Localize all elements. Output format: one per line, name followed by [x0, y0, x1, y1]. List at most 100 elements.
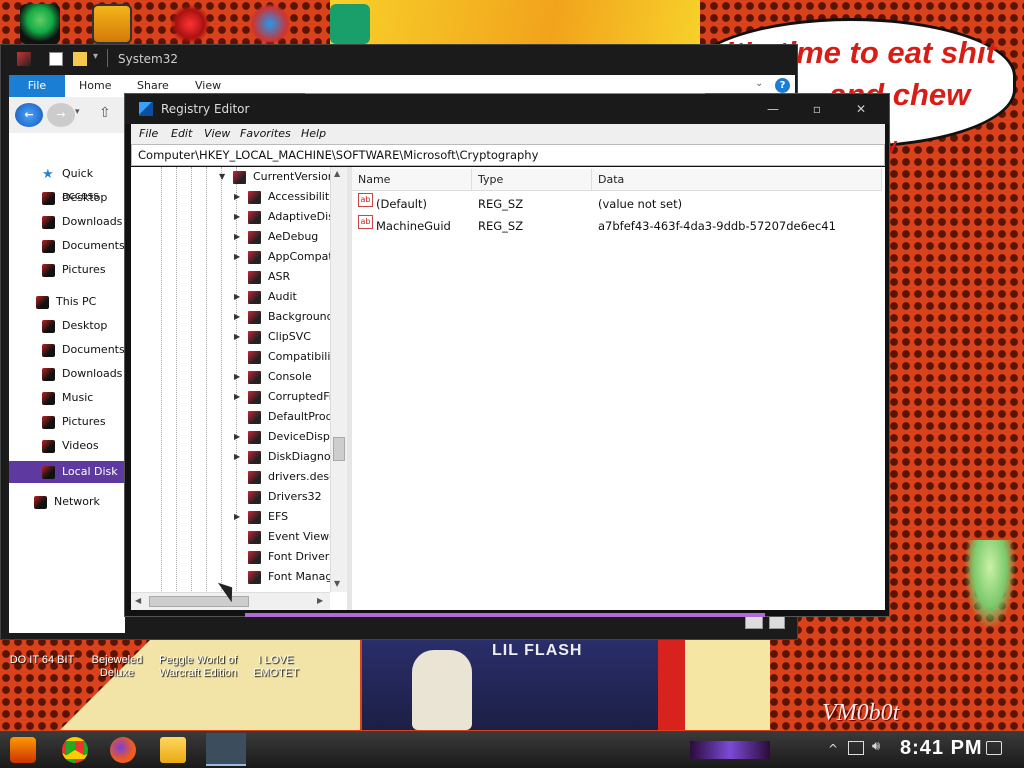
- expand-arrow-icon[interactable]: ▶: [234, 447, 240, 467]
- menu-edit[interactable]: Edit: [171, 127, 192, 140]
- regedit-titlebar[interactable]: Registry Editor — ▫ ✕: [125, 94, 889, 124]
- volume-icon[interactable]: 🔊︎: [872, 739, 880, 754]
- expand-arrow-icon[interactable]: ▶: [234, 387, 240, 407]
- app-icon[interactable]: [170, 4, 210, 44]
- expand-arrow-icon[interactable]: ▶: [234, 187, 240, 207]
- chevron-down-icon[interactable]: ▾: [93, 51, 98, 62]
- expanded-arrow-icon[interactable]: ▼: [219, 167, 225, 187]
- desktop-icon-label[interactable]: I LOVE EMOTET: [236, 654, 316, 680]
- registry-key-icon: [248, 551, 261, 564]
- clock[interactable]: 8:41 PM: [900, 737, 983, 760]
- start-button[interactable]: [10, 737, 36, 763]
- folder-icon: [42, 320, 55, 333]
- close-button[interactable]: ✕: [841, 100, 881, 118]
- tab-share[interactable]: Share: [137, 79, 169, 92]
- column-header-name[interactable]: Name: [352, 169, 472, 191]
- expand-arrow-icon[interactable]: ▶: [234, 227, 240, 247]
- scroll-thumb[interactable]: [333, 437, 345, 461]
- window-title: Registry Editor: [161, 102, 250, 116]
- notification-icon[interactable]: [986, 741, 1002, 755]
- properties-icon[interactable]: [49, 52, 63, 66]
- registry-editor-window: Registry Editor — ▫ ✕ File Edit View Fav…: [124, 93, 890, 617]
- registry-key-icon: [233, 171, 246, 184]
- folder-icon: [42, 264, 55, 277]
- network-icon[interactable]: [848, 741, 864, 755]
- nav-item[interactable]: Downloads: [9, 363, 125, 385]
- value-row[interactable]: ab (Default) REG_SZ (value not set): [352, 193, 885, 215]
- menu-view[interactable]: View: [204, 127, 230, 140]
- details-view-icon[interactable]: [745, 615, 763, 629]
- nav-item-label: Network: [54, 495, 100, 508]
- maximize-button[interactable]: ▫: [797, 100, 837, 118]
- nav-item[interactable]: ★ Quick access: [9, 163, 125, 202]
- folder-icon: [42, 192, 55, 205]
- scroll-up-icon[interactable]: ▲: [334, 169, 340, 178]
- nav-item[interactable]: Pictures: [9, 259, 125, 281]
- expand-arrow-icon[interactable]: ▶: [234, 367, 240, 387]
- chevron-down-icon[interactable]: ⌄: [755, 78, 763, 89]
- nav-item[interactable]: Videos: [9, 435, 125, 457]
- expand-arrow-icon[interactable]: ▶: [234, 247, 240, 267]
- forward-arrow-icon[interactable]: →: [47, 103, 75, 127]
- scroll-down-icon[interactable]: ▼: [334, 579, 340, 588]
- expand-arrow-icon[interactable]: ▶: [234, 207, 240, 227]
- address-bar[interactable]: Computer\HKEY_LOCAL_MACHINE\SOFTWARE\Mic…: [131, 144, 885, 166]
- desktop-icon-label[interactable]: Bejeweled Deluxe: [80, 654, 154, 680]
- chrome-icon[interactable]: [62, 737, 88, 763]
- expand-arrow-icon[interactable]: ▶: [234, 507, 240, 527]
- tree-guide: [206, 167, 207, 597]
- file-explorer-icon[interactable]: [160, 737, 186, 763]
- chevron-up-icon[interactable]: ^: [828, 742, 838, 756]
- game-icon[interactable]: [20, 4, 60, 44]
- desktop-icon-label[interactable]: DO IT 64 BIT: [2, 654, 82, 667]
- registry-key-icon: [248, 411, 261, 424]
- regedit-taskbar-button[interactable]: [206, 733, 246, 766]
- menu-help[interactable]: Help: [301, 127, 326, 140]
- registry-key-icon: [248, 571, 261, 584]
- registry-key-icon: [248, 231, 261, 244]
- expand-arrow-icon[interactable]: ▶: [234, 327, 240, 347]
- nav-item[interactable]: Music: [9, 387, 125, 409]
- scroll-right-icon[interactable]: ▶: [317, 596, 323, 605]
- expand-arrow-icon[interactable]: ▶: [234, 307, 240, 327]
- expand-arrow-icon[interactable]: ▶: [234, 427, 240, 447]
- nav-item[interactable]: This PC: [9, 291, 125, 313]
- explorer-titlebar[interactable]: ▾ System32: [1, 45, 797, 73]
- chevron-down-icon[interactable]: ▾: [75, 107, 80, 117]
- tree-node-label: DiskDiagno: [268, 450, 331, 463]
- nav-item[interactable]: Local Disk (: [9, 461, 125, 500]
- tab-file[interactable]: File: [9, 75, 65, 97]
- de-app-icon[interactable]: [92, 4, 132, 44]
- large-icons-view-icon[interactable]: [769, 615, 785, 629]
- folder-icon: [42, 416, 55, 429]
- nav-item-label: Documents: [62, 239, 125, 252]
- value-row[interactable]: ab MachineGuid REG_SZ a7bfef43-463f-4da3…: [352, 215, 885, 237]
- column-header-type[interactable]: Type: [472, 169, 592, 191]
- nav-item[interactable]: Network: [9, 491, 125, 513]
- nav-item[interactable]: Desktop: [9, 187, 125, 209]
- expand-arrow-icon[interactable]: ▶: [234, 287, 240, 307]
- back-arrow-icon[interactable]: ←: [15, 103, 43, 127]
- folder-icon[interactable]: [73, 52, 87, 66]
- menu-file[interactable]: File: [139, 127, 158, 140]
- nav-item[interactable]: Downloads: [9, 211, 125, 233]
- tab-view[interactable]: View: [195, 79, 221, 92]
- help-icon[interactable]: ?: [775, 78, 790, 93]
- tab-home[interactable]: Home: [79, 79, 111, 92]
- scroll-left-icon[interactable]: ◀: [135, 596, 141, 605]
- nav-item[interactable]: Documents: [9, 339, 125, 361]
- divider: [107, 49, 108, 67]
- nav-item[interactable]: Pictures: [9, 411, 125, 433]
- app-icon[interactable]: [250, 4, 290, 44]
- publisher-icon[interactable]: [330, 4, 370, 44]
- menu-favorites[interactable]: Favorites: [240, 127, 291, 140]
- desktop-icon-label[interactable]: Peggle World of Warcraft Edition: [152, 654, 244, 680]
- nav-item[interactable]: Documents: [9, 235, 125, 257]
- registry-key-icon: [248, 371, 261, 384]
- up-arrow-icon[interactable]: ⇧: [99, 105, 111, 121]
- column-header-data[interactable]: Data: [592, 169, 882, 191]
- minimize-button[interactable]: —: [753, 100, 793, 118]
- nav-item[interactable]: Desktop: [9, 315, 125, 337]
- tree-vertical-scrollbar[interactable]: ▲ ▼: [330, 167, 347, 592]
- firefox-icon[interactable]: [110, 737, 136, 763]
